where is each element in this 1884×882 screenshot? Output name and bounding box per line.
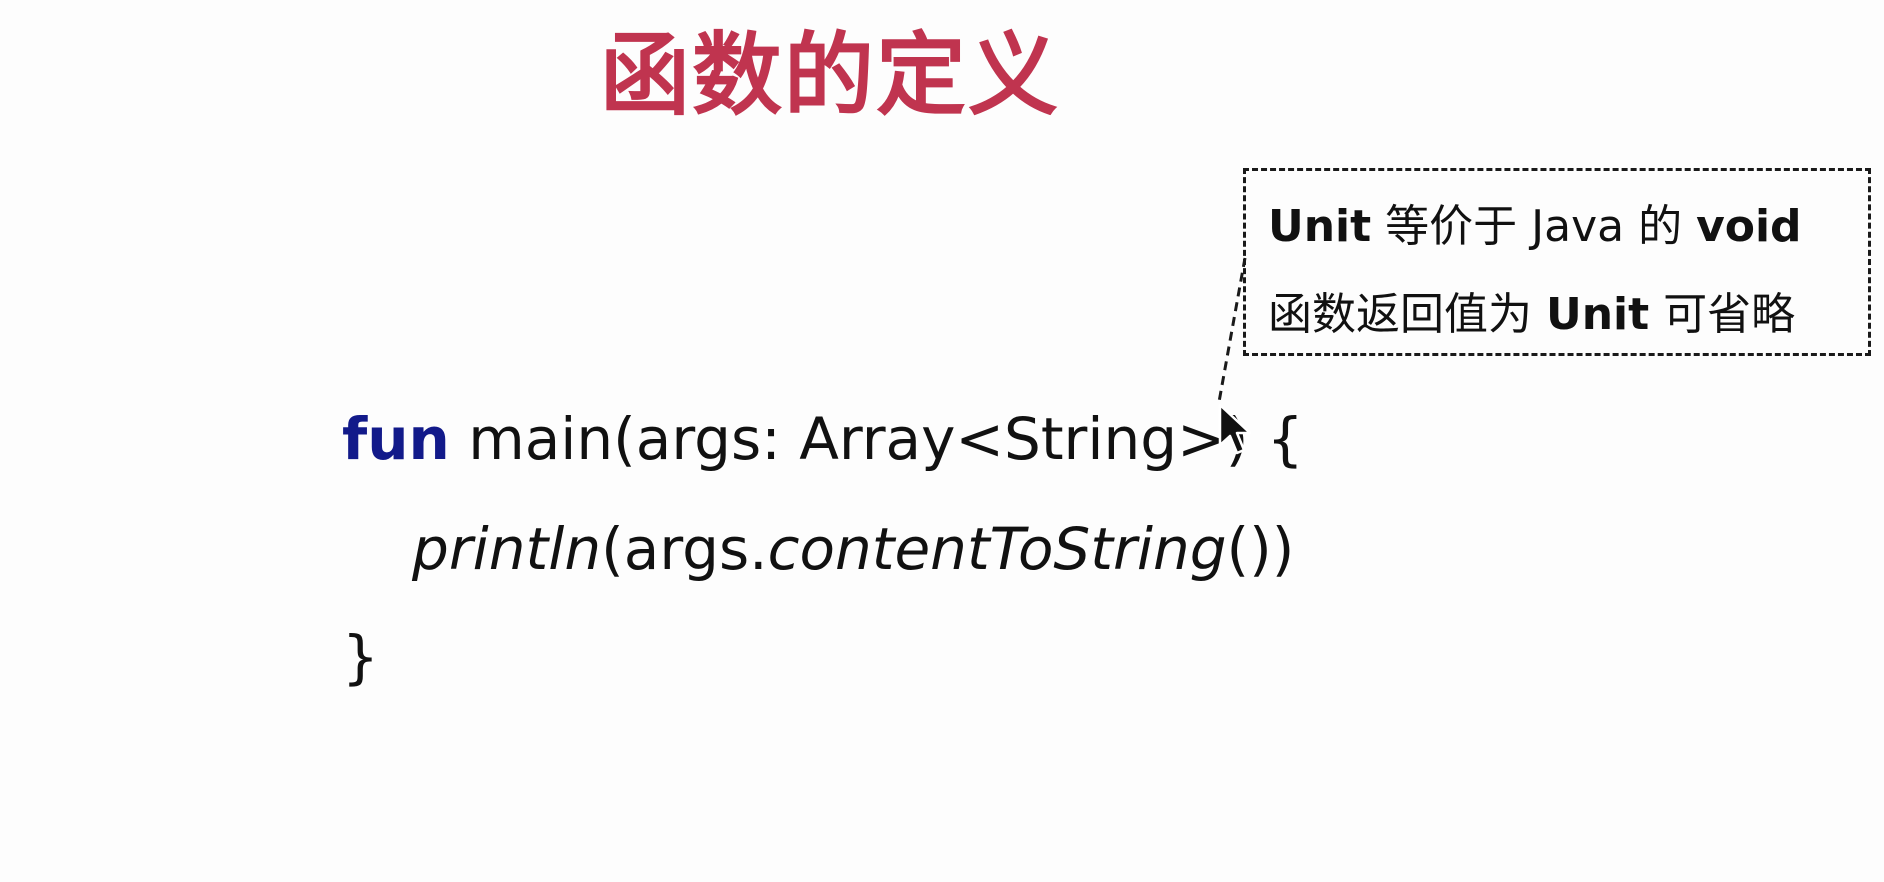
mouse-pointer-icon [1218,403,1252,455]
content-to-string-call: contentToString [767,515,1227,583]
closing-parens: ()) [1226,515,1295,583]
slide-title: 函数的定义 [600,23,1060,128]
code-line-1: fun main(args: Array<String>) { [342,410,1304,468]
annotation-line-2-start: 函数返回值为 [1268,289,1546,340]
annotation-line-1-text: 等价于 Java 的 [1371,201,1697,252]
void-keyword: void [1696,201,1802,252]
unit-keyword: Unit [1268,201,1372,252]
code-line-2: println(args.contentToString()) [412,520,1294,578]
slide: 函数的定义 Unit 等价于 Java 的 void 函数返回值为 Unit 可… [0,0,1884,882]
println-call: println [412,515,602,583]
unit-keyword-2: Unit [1546,289,1650,340]
annotation-line-1: Unit 等价于 Java 的 void [1268,205,1802,249]
main-signature: main(args: Array<String>) { [449,405,1304,473]
fun-keyword: fun [342,405,450,473]
args-receiver: (args. [601,515,768,583]
closing-brace: } [342,623,379,691]
annotation-line-2-end: 可省略 [1649,289,1796,340]
code-line-3: } [342,628,379,686]
annotation-line-2: 函数返回值为 Unit 可省略 [1268,293,1795,337]
annotation-callout: Unit 等价于 Java 的 void 函数返回值为 Unit 可省略 [1243,168,1871,356]
